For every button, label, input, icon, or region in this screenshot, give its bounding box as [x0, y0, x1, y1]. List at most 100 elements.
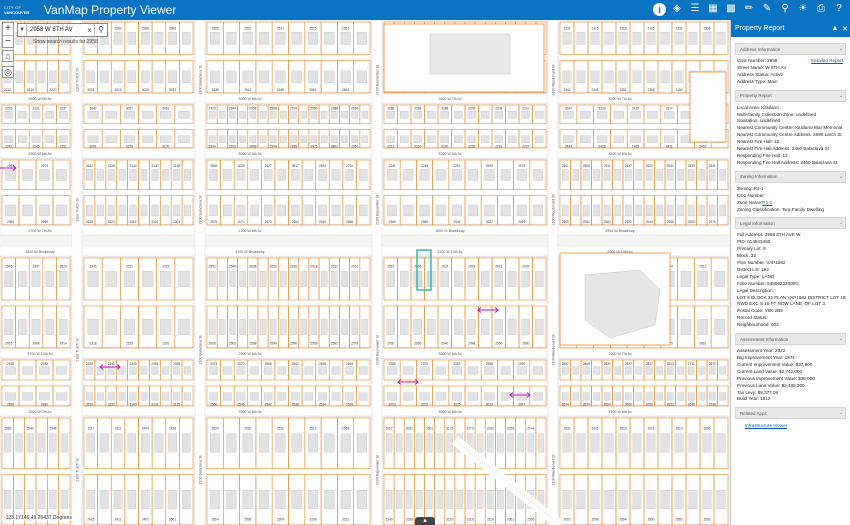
building-footprint	[39, 204, 50, 217]
search-input[interactable]: 2958 W 8TH AV	[27, 27, 85, 33]
attribute-table-toggle[interactable]: ▲	[415, 517, 435, 525]
parcel-number-label: 2646	[229, 265, 236, 269]
parcel-number-label: 2590	[647, 518, 654, 522]
chevron-down-icon[interactable]: ⌄	[837, 220, 845, 226]
info-row: Nearest Community Centre: Kitsilano War …	[735, 125, 846, 132]
lightbulb-icon[interactable]: ☀	[796, 2, 810, 16]
search-button[interactable]: ⚲	[94, 24, 107, 36]
parcel-number-label: 2402	[699, 145, 706, 149]
building-footprint	[494, 135, 503, 143]
chevron-down-icon[interactable]: ⌄	[837, 174, 845, 180]
list-icon[interactable]: ☰	[688, 2, 702, 16]
info-text: Street Name: W 8TH AV	[737, 64, 787, 70]
help-icon[interactable]: ?	[832, 2, 846, 16]
section-header[interactable]: Address Information ⌄	[735, 43, 846, 55]
section-header[interactable]: Related Apps ⌄	[735, 407, 846, 420]
building-footprint	[45, 111, 54, 119]
parcel-number-label: 2606	[703, 427, 710, 431]
chevron-down-icon[interactable]: ⌄	[837, 336, 845, 342]
chevron-down-icon[interactable]: ⌄	[837, 410, 845, 416]
measure-icon[interactable]: ✏	[742, 2, 756, 16]
building-footprint	[358, 392, 368, 401]
search-map-icon[interactable]: ⚲	[778, 2, 792, 16]
building-footprint	[562, 70, 572, 84]
building-footprint	[162, 366, 170, 375]
basemap-icon[interactable]: ▦	[706, 2, 720, 16]
parcel-number-label: 2652	[209, 265, 216, 269]
building-footprint	[484, 204, 495, 217]
parcel-number-label: 3047	[90, 107, 97, 111]
building-footprint	[400, 271, 409, 287]
building-footprint	[160, 271, 172, 287]
building-footprint	[666, 169, 674, 181]
building-footprint	[242, 70, 253, 84]
home-icon[interactable]: ⌂	[2, 50, 14, 62]
building-footprint	[604, 32, 614, 45]
section-header[interactable]: Property Report ⌄	[735, 89, 846, 102]
building-footprint	[107, 392, 115, 401]
building-footprint	[666, 366, 674, 375]
search-results-hint[interactable]: Show search results for 2958	[33, 39, 98, 45]
chevron-down-icon[interactable]: ⌄	[837, 46, 845, 52]
building-footprint	[324, 490, 335, 509]
parcel-number-label: 2341	[563, 88, 570, 92]
building-footprint	[113, 32, 123, 45]
building-footprint	[127, 433, 136, 453]
close-icon[interactable]: ✕	[840, 25, 850, 33]
parcel-number-label: 2535	[688, 164, 695, 168]
building-footprint	[664, 111, 675, 119]
zoom-out-button[interactable]: −	[3, 35, 13, 47]
parcel-number-label: 2546	[237, 402, 244, 406]
building-footprint	[151, 392, 159, 401]
parcel-number-label: 2652	[667, 402, 674, 406]
building-footprint	[494, 271, 503, 287]
school-building	[429, 33, 511, 75]
building-footprint	[86, 490, 96, 509]
collapse-icon[interactable]: ▲	[830, 25, 840, 32]
related-app-link[interactable]: Infrastructure Viewer	[735, 422, 846, 429]
building-footprint	[593, 366, 601, 375]
building-footprint	[58, 319, 68, 335]
building-footprint	[141, 433, 150, 453]
building-footprint	[387, 366, 398, 375]
building-footprint	[535, 319, 544, 335]
clear-icon[interactable]: ×	[85, 26, 94, 35]
building-footprint	[259, 135, 267, 143]
parcel-number-label: 2960	[522, 342, 529, 346]
parcel-number-label: 3003	[389, 402, 396, 406]
info-icon[interactable]: i	[653, 3, 666, 16]
section-header[interactable]: Assessment Information ⌄	[735, 333, 846, 346]
building-footprint	[178, 111, 190, 119]
zone-link[interactable]: R1-1	[762, 200, 772, 207]
building-footprint	[351, 319, 358, 335]
building-footprint	[290, 271, 297, 287]
street-name-label: 2100 Bayswater St	[376, 455, 380, 485]
layers-icon[interactable]: ◈	[670, 2, 684, 16]
building-footprint	[173, 392, 181, 401]
building-footprint	[716, 490, 726, 509]
locate-icon[interactable]: ◎	[2, 66, 14, 78]
building-footprint	[226, 70, 237, 84]
search-source-dropdown[interactable]: ▼	[18, 24, 27, 36]
parcel-number-label: 2839	[237, 164, 244, 168]
detailed-report-link[interactable]: Detailed Report	[811, 58, 843, 65]
print-icon[interactable]: ▩	[724, 2, 738, 16]
section-header[interactable]: Zoning Information ⌄	[735, 170, 846, 183]
building-footprint	[310, 111, 318, 119]
printer-icon[interactable]: ⎙	[814, 2, 828, 16]
section-header[interactable]: Legal Information ⌄	[735, 217, 846, 230]
zoom-in-button[interactable]: +	[3, 23, 13, 35]
building-footprint	[590, 32, 600, 45]
building-footprint	[356, 490, 367, 509]
chevron-down-icon[interactable]: ⌄	[837, 93, 845, 99]
parcel-number-label: 2563	[604, 220, 611, 224]
map-canvas[interactable]: 2206 2208 2210 2212 2216 2220 2226 2231 2237 2241…	[0, 20, 730, 525]
parcel-number-label: 2976	[290, 107, 297, 111]
draw-icon[interactable]: ✎	[760, 2, 774, 16]
building-footprint	[229, 135, 236, 143]
building-footprint	[249, 111, 257, 119]
parcel-map[interactable]: 2206 2208 2210 2212 2216 2220 2226 2231 2237 2241…	[0, 20, 730, 525]
building-footprint	[56, 392, 67, 401]
parcel-number-label: 2428	[598, 145, 605, 149]
building-footprint	[677, 366, 685, 375]
